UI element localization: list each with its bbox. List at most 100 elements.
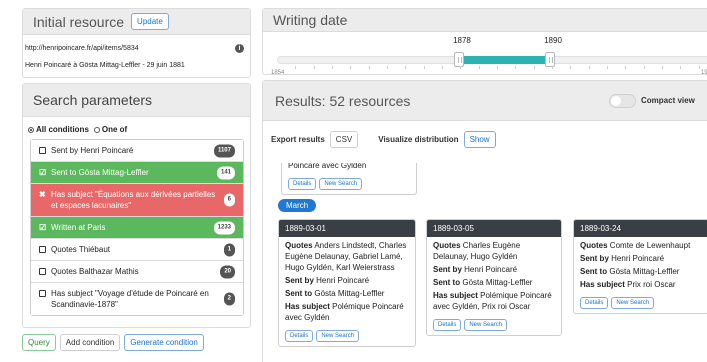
result-card-actions: Details New Search: [574, 294, 707, 313]
new-search-button[interactable]: New Search: [611, 297, 655, 309]
result-card: 1889-03-01 Quotes Anders Lindstedt, Charl…: [278, 219, 416, 347]
sent-by-key: Sent by: [580, 254, 609, 263]
date-range-slider[interactable]: 1878 1890 1854 1912: [263, 32, 707, 76]
result-card-body: Quotes Anders Lindstedt, Charles Eugène …: [279, 237, 415, 327]
search-parameters-title: Search parameters: [33, 92, 153, 108]
generate-condition-button[interactable]: Generate condition: [124, 334, 204, 351]
results-panel: Results: 52 resources Compact view Expor…: [262, 80, 707, 362]
one-of-label[interactable]: One of: [102, 125, 127, 134]
condition-item[interactable]: Sent by Henri Poincaré 1107: [31, 140, 243, 162]
details-button[interactable]: Details: [580, 297, 609, 309]
condition-item[interactable]: Has subject "Voyage d'étude de Poincaré …: [31, 283, 243, 315]
initial-resource-header: Initial resource Update: [23, 9, 250, 35]
search-parameters-header: Search parameters: [23, 84, 250, 117]
condition-count-badge: 1107: [213, 144, 235, 157]
slider-tick: [588, 66, 590, 69]
result-card-actions: Details New Search: [279, 327, 415, 346]
sent-by-row: Sent by Henri Poincaré: [580, 253, 702, 264]
slider-tick: [680, 66, 682, 69]
quotes-key: Quotes: [433, 241, 461, 250]
left-panel: Initial resource Update http://henripoin…: [22, 8, 251, 351]
slider-tick: [570, 66, 572, 69]
sent-to-row: Sent to Gösta Mittag-Leffler: [433, 277, 555, 288]
condition-mode: All conditions One of: [28, 125, 250, 134]
all-conditions-radio[interactable]: [28, 126, 34, 133]
sent-by-key: Sent by: [433, 265, 462, 274]
slider-tick: [313, 66, 315, 69]
condition-label: Sent to Gösta Mittag-Leffler: [51, 168, 149, 177]
condition-count-badge: 20: [220, 265, 235, 278]
condition-item[interactable]: ✖ Has subject "Équations aux dérivées par…: [31, 184, 243, 217]
condition-count-badge: 2: [223, 292, 235, 306]
condition-label: Has subject "Équations aux dérivées part…: [51, 190, 216, 210]
resource-url[interactable]: http://henripoincare.fr/api/items/5834: [25, 45, 139, 52]
slider-tick: [332, 66, 333, 69]
condition-label: Written at Paris: [51, 223, 106, 232]
right-panel: Writing date 1878 1890 1854 1912 Results…: [262, 8, 707, 362]
month-pill: March: [278, 199, 317, 212]
check-icon[interactable]: ☑: [39, 222, 47, 233]
slider-tick: [552, 66, 553, 69]
previous-result-card: Poincaré avec Gyldén Details New Search: [281, 163, 417, 195]
subject-row: Has subject Polémique Poincaré avec Gyld…: [433, 290, 555, 312]
subject-value: Prix roi Oscar: [627, 280, 676, 289]
check-icon[interactable]: ☑: [39, 167, 47, 178]
search-parameters-panel: Search parameters All conditions One of …: [22, 83, 251, 328]
add-condition-button[interactable]: Add condition: [59, 334, 121, 351]
compact-view-label: Compact view: [641, 96, 695, 105]
slider-to-handle[interactable]: [545, 52, 556, 67]
checkbox-icon[interactable]: [39, 290, 46, 297]
sent-to-key: Sent to: [285, 289, 313, 298]
checkbox-icon[interactable]: [39, 246, 46, 253]
checkbox-icon[interactable]: [39, 147, 46, 154]
result-card-date: 1889-03-05: [427, 220, 561, 237]
slider-tick: [478, 66, 480, 69]
condition-item[interactable]: Quotes Thiébaut 1: [31, 239, 243, 261]
condition-label: Has subject "Voyage d'étude de Poincaré …: [51, 289, 209, 309]
results-timeline: Poincaré avec Gyldén Details New Search …: [271, 163, 707, 362]
all-conditions-label[interactable]: All conditions: [36, 125, 89, 134]
result-card: 1889-03-24 Quotes Comte de Lewenhaupt Sent…: [573, 219, 707, 314]
sent-to-key: Sent to: [580, 267, 608, 276]
quotes-key: Quotes: [580, 241, 608, 250]
slider-tick: [423, 66, 425, 69]
sent-to-value: Gösta Mittag-Leffler: [462, 278, 533, 287]
cross-icon[interactable]: ✖: [39, 189, 47, 200]
slider-min-label: 1854: [271, 70, 285, 76]
info-icon[interactable]: i: [235, 44, 244, 53]
new-search-button[interactable]: New Search: [464, 319, 508, 331]
update-button[interactable]: Update: [131, 13, 169, 30]
csv-button[interactable]: CSV: [329, 131, 359, 148]
one-of-radio[interactable]: [93, 126, 100, 133]
condition-item[interactable]: Quotes Balthazar Mathis 20: [31, 261, 243, 283]
slider-max-label: 1912: [701, 70, 707, 76]
details-button[interactable]: Details: [433, 319, 462, 331]
sent-to-row: Sent to Gösta Mittag-Leffler: [285, 288, 409, 299]
slider-from-handle[interactable]: [454, 52, 465, 67]
condition-list: Sent by Henri Poincaré 1107 ☑ Sent to Gösta…: [30, 139, 244, 316]
result-card-date: 1889-03-01: [279, 220, 415, 237]
new-search-button[interactable]: New Search: [316, 330, 360, 342]
condition-count-badge: 6: [223, 193, 235, 207]
slider-tick: [515, 66, 517, 69]
slider-tick: [405, 66, 407, 69]
checkbox-icon[interactable]: [39, 268, 46, 275]
sent-to-row: Sent to Gösta Mittag-Leffler: [580, 266, 702, 277]
query-button[interactable]: Query: [22, 334, 56, 351]
compact-view-toggle[interactable]: [609, 94, 636, 108]
initial-resource-panel: Initial resource Update http://henripoin…: [22, 8, 251, 78]
slider-tick: [368, 66, 370, 69]
new-search-button[interactable]: New Search: [319, 178, 363, 190]
details-button[interactable]: Details: [285, 330, 314, 342]
details-button[interactable]: Details: [288, 178, 317, 190]
writing-date-panel: Writing date 1878 1890 1854 1912: [262, 8, 707, 76]
slider-tick: [698, 66, 700, 69]
quotes-key: Quotes: [285, 241, 313, 250]
condition-item[interactable]: ☑ Written at Paris 1233: [31, 217, 243, 239]
show-distribution-button[interactable]: Show: [463, 131, 496, 148]
quotes-row: Quotes Anders Lindstedt, Charles Eugène …: [285, 240, 409, 273]
subject-key: Has subject: [580, 280, 625, 289]
condition-item[interactable]: ☑ Sent to Gösta Mittag-Leffler 141: [31, 162, 243, 184]
slider-tick: [625, 66, 627, 69]
sent-by-row: Sent by Henri Poincaré: [433, 264, 555, 275]
